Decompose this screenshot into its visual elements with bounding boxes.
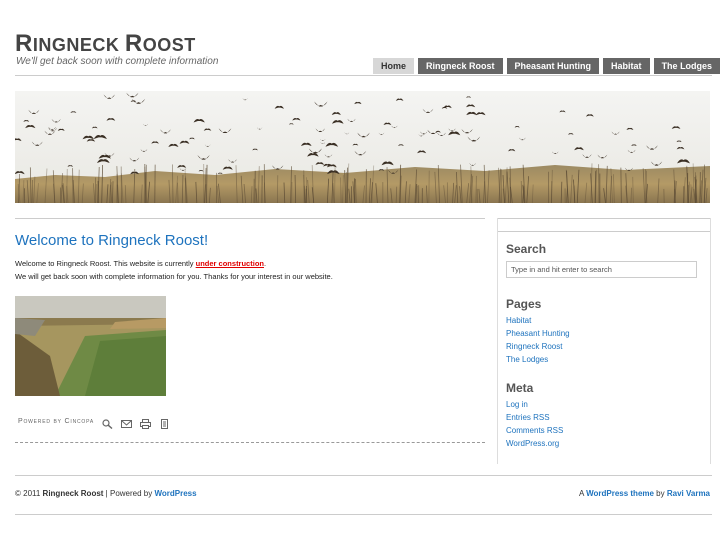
meta-wordpress-org[interactable]: WordPress.org bbox=[506, 439, 559, 448]
sidebar: Search Pages Habitat Pheasant Hunting Ri… bbox=[497, 218, 711, 464]
site-title[interactable]: Ringneck Roost bbox=[15, 30, 196, 58]
sidebar-page-habitat[interactable]: Habitat bbox=[506, 316, 531, 325]
site-tagline: We'll get back soon with complete inform… bbox=[16, 56, 219, 67]
under-construction-link[interactable]: under construction bbox=[196, 259, 264, 268]
credit-text: A bbox=[578, 489, 587, 498]
email-icon[interactable] bbox=[120, 416, 132, 428]
cincopa-toolbar: Powered by Cincopa bbox=[18, 416, 170, 430]
footer-wordpress-link[interactable]: WordPress bbox=[154, 489, 196, 498]
title-initial: R bbox=[124, 30, 143, 57]
search-icon[interactable] bbox=[102, 416, 113, 430]
sidebar-top-bar bbox=[498, 218, 710, 232]
post-photo[interactable] bbox=[15, 296, 166, 396]
meta-log-in[interactable]: Log in bbox=[506, 400, 528, 409]
post-body: Welcome to Ringneck Roost. This website … bbox=[15, 258, 485, 283]
pages-widget-title: Pages bbox=[506, 297, 542, 311]
post-separator bbox=[15, 442, 485, 443]
meta-widget-title: Meta bbox=[506, 381, 534, 395]
powered-text: | Powered by bbox=[103, 489, 155, 498]
title-text: ingneck bbox=[32, 35, 125, 55]
post-title[interactable]: Welcome to Ringneck Roost! bbox=[15, 232, 208, 249]
nav-item-home[interactable]: Home bbox=[373, 58, 415, 74]
meta-entries-rss[interactable]: Entries RSS bbox=[506, 413, 550, 422]
footer-site-name: Ringneck Roost bbox=[42, 489, 104, 498]
title-initial: R bbox=[15, 30, 33, 57]
post-text: We will get back soon with complete info… bbox=[15, 271, 333, 281]
search-input[interactable] bbox=[506, 261, 697, 278]
powered-by-cincopa[interactable]: Powered by Cincopa bbox=[18, 418, 94, 425]
nav-item-ringneck-roost[interactable]: Ringneck Roost bbox=[418, 58, 503, 74]
sidebar-page-ringneck-roost[interactable]: Ringneck Roost bbox=[506, 342, 562, 351]
footer-divider-top bbox=[15, 475, 712, 476]
footer-copyright: © 2011 Ringneck Roost | Powered by WordP… bbox=[15, 489, 197, 498]
sidebar-page-the-lodges[interactable]: The Lodges bbox=[506, 355, 548, 364]
footer-divider-bottom bbox=[15, 514, 712, 515]
credit-text: by bbox=[653, 489, 667, 498]
main-nav: Home Ringneck Roost Pheasant Hunting Hab… bbox=[373, 58, 721, 74]
title-text: oost bbox=[142, 35, 196, 55]
footer-theme-link[interactable]: WordPress theme bbox=[586, 489, 654, 498]
search-widget-title: Search bbox=[506, 242, 547, 256]
footer-author-link[interactable]: Ravi Varma bbox=[667, 489, 710, 498]
post-text: . bbox=[263, 259, 267, 268]
content-divider bbox=[15, 218, 485, 219]
copyright-text: © 2011 bbox=[15, 489, 43, 498]
nav-item-pheasant-hunting[interactable]: Pheasant Hunting bbox=[506, 58, 600, 74]
footer-credits: A WordPress theme by Ravi Varma bbox=[579, 489, 710, 498]
header-banner-image bbox=[15, 91, 710, 203]
header-divider bbox=[15, 75, 712, 76]
print-icon[interactable] bbox=[139, 416, 151, 429]
sidebar-page-pheasant-hunting[interactable]: Pheasant Hunting bbox=[506, 329, 570, 338]
nav-item-the-lodges[interactable]: The Lodges bbox=[653, 58, 721, 74]
nav-item-habitat[interactable]: Habitat bbox=[603, 58, 650, 74]
meta-comments-rss[interactable]: Comments RSS bbox=[506, 426, 563, 435]
document-icon[interactable] bbox=[159, 416, 170, 429]
post-text: Welcome to Ringneck Roost. This website … bbox=[15, 259, 196, 268]
